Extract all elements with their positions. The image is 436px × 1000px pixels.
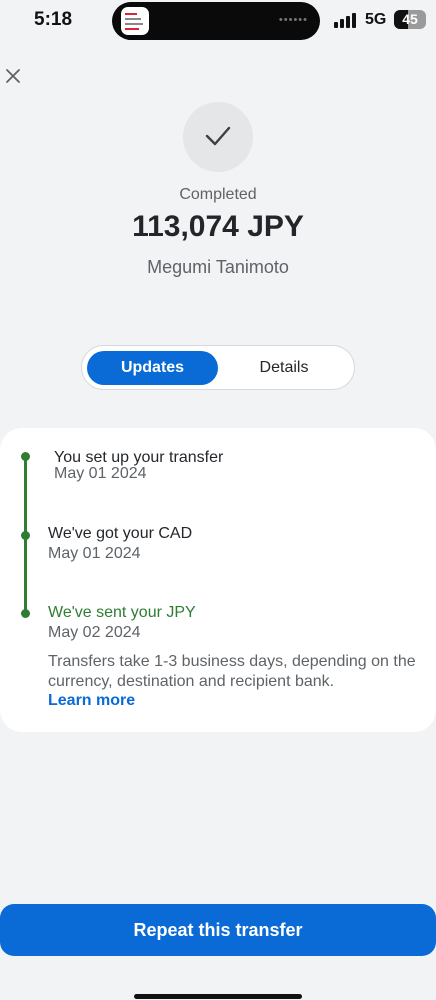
step-date: May 01 2024	[54, 465, 147, 482]
step-title: We've got your CAD	[48, 525, 193, 542]
timeline-dot	[21, 609, 30, 618]
tab-details[interactable]: Details	[218, 351, 350, 385]
close-button[interactable]	[4, 67, 22, 85]
network-type: 5G	[365, 11, 387, 28]
step-date: May 01 2024	[48, 545, 141, 562]
transfer-status: Completed	[179, 186, 257, 203]
battery-level: 45	[402, 11, 418, 27]
home-indicator[interactable]	[134, 994, 302, 999]
dynamic-island: ••••••	[112, 2, 320, 40]
cellular-signal-icon	[334, 12, 360, 28]
learn-more-link[interactable]: Learn more	[48, 692, 135, 710]
app-thumbnail-icon[interactable]	[121, 7, 149, 35]
step-date: May 02 2024	[48, 624, 141, 641]
updates-card: You set up your transfer May 01 2024 We'…	[0, 428, 436, 732]
recipient-name: Megumi Tanimoto	[147, 257, 289, 277]
timeline-dot	[21, 452, 30, 461]
delivery-note: Transfers take 1-3 business days, depend…	[48, 653, 416, 690]
timeline-dot	[21, 531, 30, 540]
repeat-transfer-button[interactable]: Repeat this transfer	[0, 904, 436, 956]
activity-dots-icon: ••••••	[278, 14, 308, 26]
step-title: We've sent your JPY	[48, 604, 196, 621]
transfer-amount: 113,074 JPY	[132, 210, 304, 243]
tab-updates[interactable]: Updates	[87, 351, 218, 385]
checkmark-icon	[205, 126, 231, 146]
status-time: 5:18	[34, 9, 73, 30]
transfer-screen: 5:18 •••••• 5G 45 Completed 113,074 JPY …	[0, 0, 436, 1000]
completed-badge	[183, 102, 253, 172]
view-tabs: Updates Details	[81, 345, 355, 390]
battery-icon: 45	[394, 10, 426, 29]
close-icon	[6, 69, 20, 83]
